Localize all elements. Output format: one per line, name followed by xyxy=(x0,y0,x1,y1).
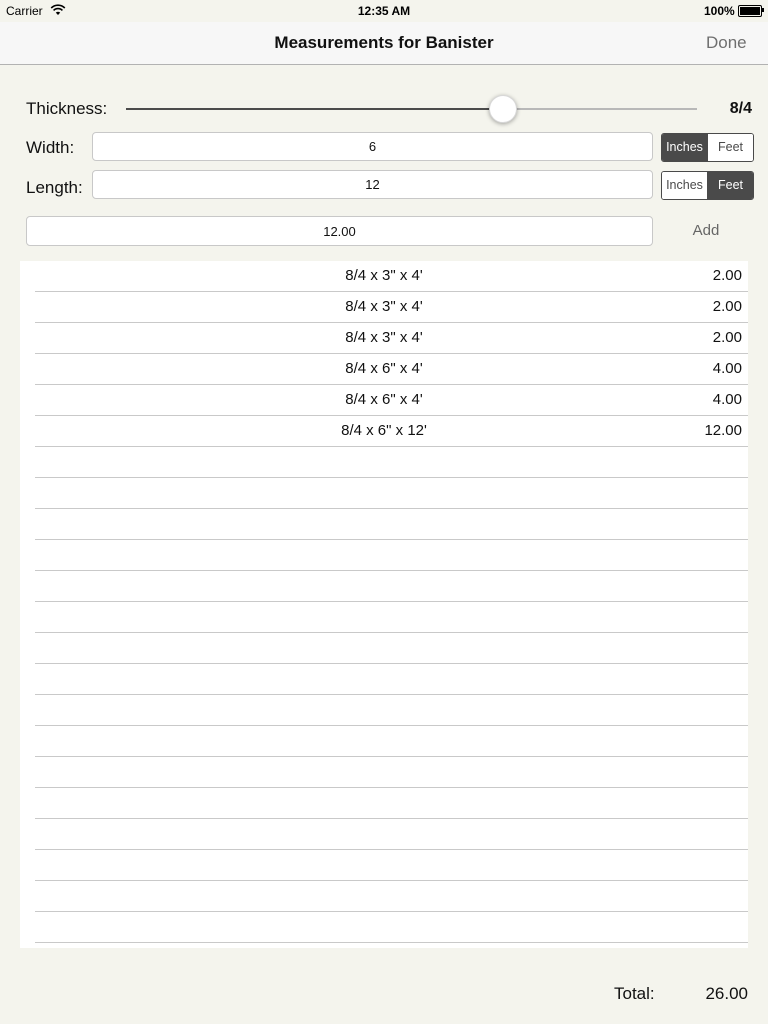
row-dimension-label: 8/4 x 6" x 12' xyxy=(341,422,427,439)
row-board-feet-value: 4.00 xyxy=(712,360,742,377)
empty-table-row xyxy=(35,478,748,509)
empty-table-row xyxy=(35,602,748,633)
thickness-slider-thumb[interactable] xyxy=(488,95,517,123)
board-feet-result-field[interactable] xyxy=(26,216,653,246)
width-field[interactable] xyxy=(92,132,653,161)
empty-table-row xyxy=(35,850,748,881)
width-unit-feet[interactable]: Feet xyxy=(707,134,753,161)
width-label: Width: xyxy=(26,138,75,157)
empty-table-row xyxy=(35,509,748,540)
total-value: 26.00 xyxy=(705,984,748,1003)
row-board-feet-value: 4.00 xyxy=(712,391,742,408)
empty-table-row xyxy=(35,819,748,850)
table-row[interactable]: 8/4 x 3" x 4' 2.00 xyxy=(35,261,748,292)
empty-table-row xyxy=(35,447,748,478)
width-unit-segmented-control[interactable]: Inches Feet xyxy=(661,133,754,162)
empty-table-row xyxy=(35,757,748,788)
add-button[interactable]: Add xyxy=(678,222,734,239)
empty-table-row xyxy=(35,912,748,943)
battery-percent: 100% xyxy=(704,4,735,18)
row-dimension-label: 8/4 x 3" x 4' xyxy=(345,329,423,346)
page-title: Measurements for Banister xyxy=(274,33,494,52)
row-board-feet-value: 12.00 xyxy=(704,422,742,439)
row-board-feet-value: 2.00 xyxy=(712,298,742,315)
empty-table-row xyxy=(35,633,748,664)
measurements-table: 8/4 x 3" x 4' 2.00 8/4 x 3" x 4' 2.00 8/4 x … xyxy=(20,261,748,948)
thickness-value: 8/4 xyxy=(729,100,752,117)
empty-table-row xyxy=(35,726,748,757)
thickness-slider-fill xyxy=(126,108,503,110)
empty-table-row xyxy=(35,788,748,819)
row-dimension-label: 8/4 x 3" x 4' xyxy=(345,267,423,284)
length-unit-segmented-control[interactable]: Inches Feet xyxy=(661,171,754,200)
length-field[interactable] xyxy=(92,170,653,199)
row-dimension-label: 8/4 x 6" x 4' xyxy=(345,360,423,377)
row-dimension-label: 8/4 x 3" x 4' xyxy=(345,298,423,315)
navigation-bar: Measurements for Banister Done xyxy=(0,22,768,65)
row-board-feet-value: 2.00 xyxy=(712,267,742,284)
empty-table-row xyxy=(35,571,748,602)
total-label: Total: xyxy=(614,984,655,1003)
table-row[interactable]: 8/4 x 3" x 4' 2.00 xyxy=(35,292,748,323)
table-row[interactable]: 8/4 x 6" x 12' 12.00 xyxy=(35,416,748,447)
table-row[interactable]: 8/4 x 6" x 4' 4.00 xyxy=(35,385,748,416)
length-label: Length: xyxy=(26,178,83,197)
empty-table-row xyxy=(35,664,748,695)
table-row[interactable]: 8/4 x 6" x 4' 4.00 xyxy=(35,354,748,385)
status-bar: Carrier 12:35 AM 100% xyxy=(0,0,768,22)
empty-table-row xyxy=(35,540,748,571)
length-unit-inches[interactable]: Inches xyxy=(662,172,707,199)
length-unit-feet[interactable]: Feet xyxy=(707,172,753,199)
thickness-label: Thickness: xyxy=(26,99,108,118)
empty-table-row xyxy=(35,881,748,912)
battery-nub xyxy=(762,8,764,12)
battery-icon xyxy=(738,5,762,17)
table-row[interactable]: 8/4 x 3" x 4' 2.00 xyxy=(35,323,748,354)
empty-table-row xyxy=(35,695,748,726)
done-button[interactable]: Done xyxy=(706,33,747,53)
row-board-feet-value: 2.00 xyxy=(712,329,742,346)
width-unit-inches[interactable]: Inches xyxy=(662,134,707,161)
status-time: 12:35 AM xyxy=(357,4,411,18)
row-dimension-label: 8/4 x 6" x 4' xyxy=(345,391,423,408)
